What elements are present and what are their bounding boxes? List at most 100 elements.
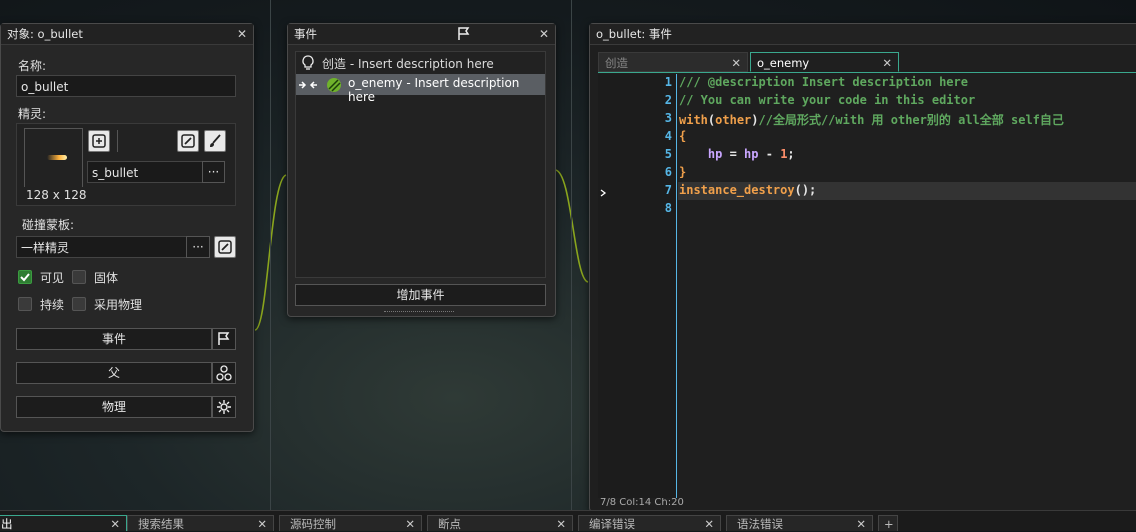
close-icon[interactable]: ✕ [237,24,247,44]
gear-icon [217,400,231,414]
grid-line [270,0,271,510]
code-line[interactable]: /// @description Insert description here [679,75,968,89]
events-panel-titlebar[interactable]: 事件 ✕ [288,24,555,45]
sprite-name-field[interactable]: s_bullet [87,161,203,183]
code-token: with [679,113,708,127]
line-number: 5 [664,147,672,161]
line-number: 8 [664,201,672,215]
bullet-sprite-image [47,155,67,160]
persistent-label: 持续 [40,298,65,312]
close-icon[interactable]: ✕ [731,53,741,73]
code-line[interactable]: // You can write your code in this edito… [679,93,975,107]
object-name-field[interactable]: o_bullet [16,75,236,97]
flag-icon [218,332,230,345]
events-flag-button[interactable] [212,328,236,350]
code-area[interactable]: /// @description Insert description here… [678,74,1136,498]
event-label: o_enemy - Insert description here [348,76,520,104]
parent-hierarchy-button[interactable] [212,362,236,384]
brush-icon [210,134,221,147]
object-panel-title: 对象: o_bullet [7,27,83,41]
events-button[interactable]: 事件 [16,328,212,350]
dock-tab-label: 源码控制 [290,517,336,531]
checkmark-icon [20,273,30,282]
code-token: hp [707,147,723,161]
new-sprite-button[interactable] [88,130,110,152]
sprite-preview[interactable] [24,128,83,187]
dock-tab[interactable]: 搜索结果 ✕ [127,515,274,531]
physics-settings-button[interactable] [212,396,236,418]
code-token: (); [794,183,817,197]
dock-tab[interactable]: 编译错误 ✕ [578,515,721,531]
sprite-size-label: 128 x 128 [26,188,87,202]
event-label: 创造 - Insert description here [322,57,494,71]
uses-physics-checkbox[interactable] [72,297,86,311]
sprite-browse-button[interactable]: ··· [202,161,225,183]
collision-mask-field[interactable]: 一样精灵 [16,236,187,258]
code-token: /// @description Insert description here [679,75,968,89]
tab-label: 创造 [605,56,628,70]
parent-button[interactable]: 父 [16,362,212,384]
line-number: 4 [664,129,672,143]
code-token: { [679,129,687,143]
physics-button[interactable]: 物理 [16,396,212,418]
visible-label: 可见 [40,271,65,285]
code-token: other [715,113,752,127]
close-icon[interactable]: ✕ [882,53,892,73]
code-editor-panel: o_bullet: 事件 创造 ✕ o_enemy ✕ 1 2 3 4 5 6 7 8 ///… [589,23,1136,512]
solid-label: 固体 [94,271,119,285]
event-item-collision-o-enemy[interactable]: o_enemy - Insert description here [296,74,545,104]
lightbulb-icon [302,55,314,70]
line-number: 7 [664,183,672,197]
code-token: hp [744,147,759,161]
collision-mask-label: 碰撞蒙板: [22,218,75,232]
close-icon[interactable]: ✕ [539,24,549,44]
code-token: = [722,147,745,161]
name-label: 名称: [18,59,47,73]
persistent-checkbox[interactable] [18,297,32,311]
object-panel-titlebar[interactable]: 对象: o_bullet ✕ [1,24,253,45]
hierarchy-icon [216,365,232,381]
dock-tab-label: 出 [1,517,13,531]
dock-tab-label: 语法错误 [737,517,783,531]
line-number: 2 [664,93,672,107]
solid-checkbox[interactable] [72,270,86,284]
code-line[interactable]: { [679,129,686,143]
event-item-create[interactable]: 创造 - Insert description here [296,52,545,74]
visible-checkbox[interactable] [18,270,32,284]
line-number-gutter: 1 2 3 4 5 6 7 8 [598,74,677,498]
code-token: instance_destroy [679,183,795,197]
add-event-button[interactable]: 增加事件 [295,284,546,306]
edit-mask-button[interactable] [214,236,236,258]
resize-handle[interactable] [384,311,454,315]
edit-icon [181,134,195,148]
code-panel-titlebar[interactable]: o_bullet: 事件 [590,24,1136,45]
code-line[interactable]: } [679,165,686,179]
dock-tab[interactable]: 语法错误 ✕ [726,515,873,531]
tab-o-enemy[interactable]: o_enemy ✕ [750,52,899,72]
object-properties-panel: 对象: o_bullet ✕ 名称: o_bullet 精灵: 128 x 12… [0,23,254,432]
event-list: 创造 - Insert description here o_enemy - I… [295,51,546,278]
tab-create[interactable]: 创造 ✕ [598,52,748,72]
flag-icon[interactable] [457,27,471,41]
dock-tab-label: 编译错误 [589,517,635,531]
add-sprite-icon [92,134,106,148]
bottom-dock: 出 ✕ 搜索结果 ✕ 源码控制 ✕ 断点 ✕ 编译错误 ✕ 语法错误 ✕ + [0,510,1136,531]
collision-icon [299,81,317,89]
edit-sprite-button[interactable] [177,130,199,152]
status-bar: 7/8 Col:14 Ch:20 [600,498,684,508]
code-token: // You can write your code in this edito… [679,93,976,107]
uses-physics-label: 采用物理 [94,298,143,312]
dock-tab[interactable]: 源码控制 ✕ [279,515,422,531]
dock-tab-label: 断点 [438,517,461,531]
code-line[interactable]: hp = hp - 1; [679,147,795,161]
paint-sprite-button[interactable] [204,130,226,152]
code-line[interactable]: instance_destroy(); [679,183,816,197]
code-line[interactable]: with(other)//全局形式//with 用 other别的 all全部 … [679,111,1064,128]
dock-tab[interactable]: 出 ✕ [0,515,127,531]
collision-mask-browse-button[interactable]: ··· [186,236,210,258]
events-panel-title: 事件 [294,27,317,41]
edit-icon [218,240,232,254]
dock-tab[interactable]: 断点 ✕ [427,515,573,531]
add-tab-button[interactable]: + [878,515,898,531]
